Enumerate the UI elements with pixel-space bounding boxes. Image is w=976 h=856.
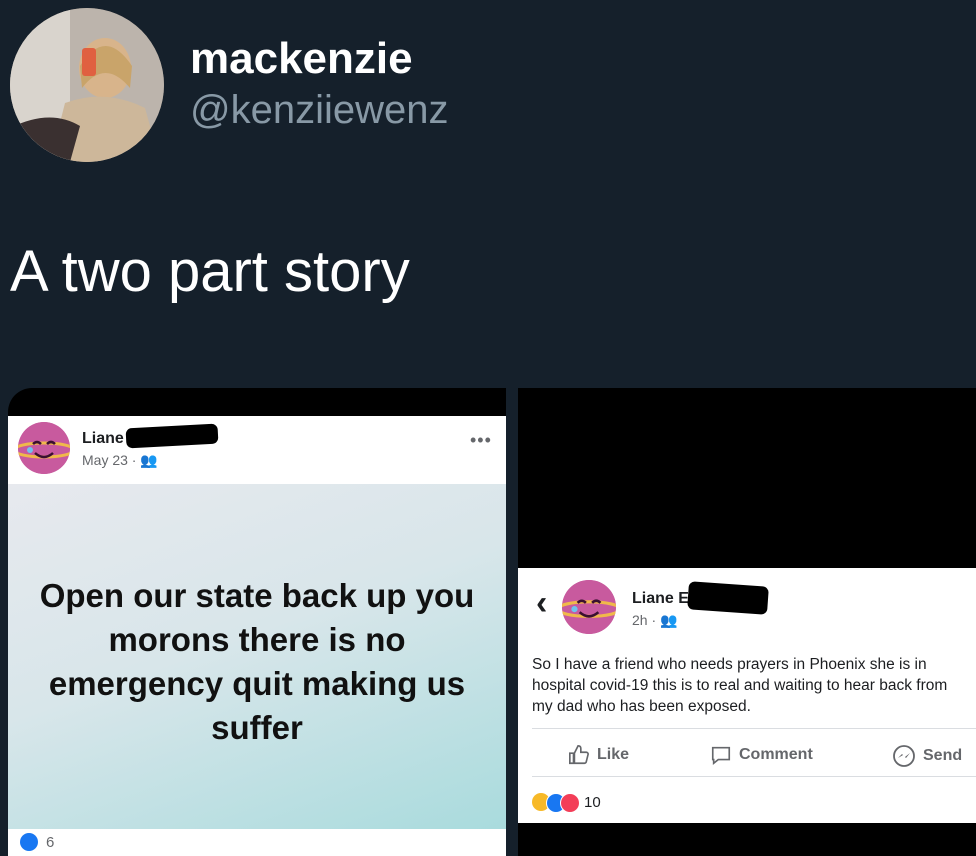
- post-meta: 2h · 👥: [632, 612, 677, 629]
- back-icon[interactable]: ‹: [536, 586, 547, 620]
- send-label: Send: [923, 747, 963, 764]
- author-avatar[interactable]: [18, 422, 70, 474]
- like-reaction-icon: [20, 833, 38, 851]
- tweet-text: A two part story: [10, 239, 410, 304]
- tweet-image-1[interactable]: Liane May 23 · 👥 ••• Open our state back…: [8, 388, 506, 856]
- facebook-post-1: Liane May 23 · 👥 ••• Open our state back…: [8, 416, 506, 856]
- friends-icon: 👥: [140, 452, 158, 468]
- thumbs-up-icon: [569, 745, 589, 765]
- tweet-image-2[interactable]: ‹ Liane E 2h · 👥 So I have a friend who …: [518, 388, 976, 856]
- reaction-count[interactable]: 10: [584, 794, 601, 811]
- author-name[interactable]: Liane E: [632, 590, 689, 608]
- messenger-icon: [893, 745, 915, 767]
- send-button[interactable]: Send: [892, 744, 962, 768]
- post-meta: May 23 · 👥: [82, 452, 158, 469]
- reactions-bar: 6: [8, 829, 506, 856]
- friends-icon: 👥: [660, 612, 678, 628]
- like-button[interactable]: Like: [568, 744, 629, 766]
- post-body: So I have a friend who needs prayers in …: [532, 656, 948, 715]
- user-handle[interactable]: @kenziiewenz: [190, 88, 449, 133]
- redaction-mark: [687, 581, 769, 615]
- post-time: 2h ·: [632, 612, 661, 628]
- post-background: Open our state back up you morons there …: [8, 484, 506, 829]
- comment-icon: [711, 746, 731, 765]
- love-reaction-icon: [560, 793, 580, 813]
- comment-label: Comment: [739, 746, 813, 763]
- comment-button[interactable]: Comment: [710, 744, 813, 766]
- facebook-post-2: ‹ Liane E 2h · 👥 So I have a friend who …: [518, 568, 976, 823]
- author-avatar[interactable]: [562, 580, 616, 634]
- post-body: Open our state back up you morons there …: [39, 577, 475, 746]
- divider: [532, 776, 976, 777]
- reaction-count[interactable]: 6: [46, 834, 54, 851]
- author-name[interactable]: Liane: [82, 430, 124, 448]
- more-options-icon[interactable]: •••: [470, 430, 492, 451]
- like-label: Like: [597, 746, 630, 763]
- profile-avatar[interactable]: [10, 8, 164, 162]
- post-date: May 23 ·: [82, 452, 141, 468]
- display-name[interactable]: mackenzie: [190, 34, 413, 84]
- redaction-mark: [125, 423, 219, 449]
- divider: [532, 728, 976, 729]
